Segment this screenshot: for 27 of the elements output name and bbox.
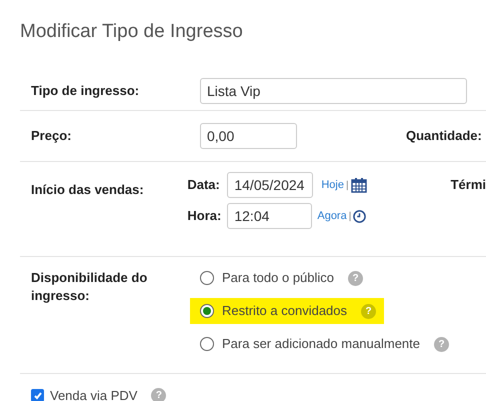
option-label: Para ser adicionado manualmente	[222, 335, 420, 354]
radio-button[interactable]	[200, 304, 214, 318]
separator: |	[348, 210, 352, 224]
field-label: Térmi	[450, 176, 486, 194]
field-label: Hora:	[187, 207, 222, 226]
calendar-icon[interactable]	[350, 177, 367, 193]
separator: |	[346, 178, 349, 192]
field-label: Tipo de ingresso:	[31, 82, 140, 100]
input-field[interactable]: Lista Vip	[200, 78, 467, 104]
page-title: Modificar Tipo de Ingresso	[20, 20, 244, 44]
field-label: Quantidade:	[406, 127, 482, 146]
clock-icon[interactable]	[353, 210, 366, 222]
today-link[interactable]: Hoje	[321, 176, 344, 194]
input-field[interactable]: 0,00	[200, 123, 297, 149]
option-label: Para todo o público	[222, 269, 334, 288]
input-field[interactable]: 12:04	[227, 203, 312, 229]
field-label: Preço:	[31, 127, 72, 146]
input-field[interactable]: 14/05/2024	[227, 172, 314, 198]
now-link[interactable]: Agora	[317, 208, 347, 224]
option-label: Restrito a convidados	[222, 302, 348, 320]
field-label: Início das vendas:	[31, 181, 145, 199]
radio-button[interactable]	[200, 271, 214, 285]
checkbox-label: Venda via PDV	[50, 387, 138, 401]
radio-button[interactable]	[200, 337, 214, 351]
field-label: Data:	[187, 176, 221, 194]
checkbox[interactable]	[31, 389, 44, 401]
field-label: Disponibilidade do ingresso:	[31, 269, 148, 305]
